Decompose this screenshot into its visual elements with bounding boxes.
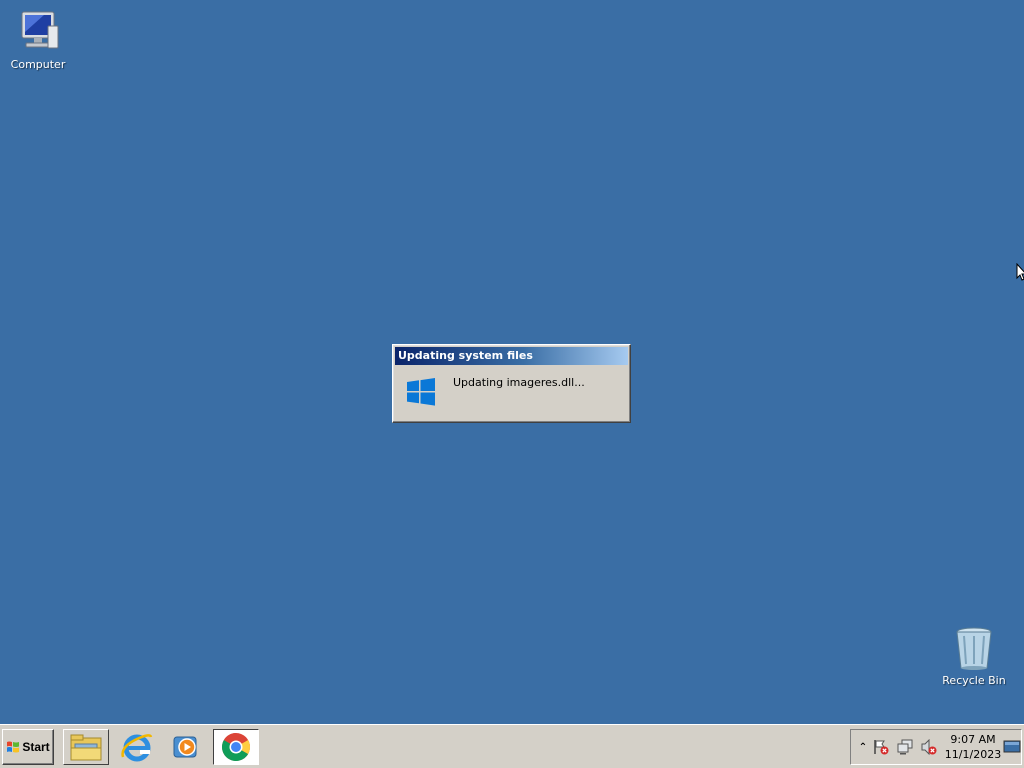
- start-button[interactable]: Start: [2, 729, 54, 765]
- ie-icon: [121, 734, 153, 762]
- computer-icon: [14, 8, 62, 56]
- tray-action-center[interactable]: [873, 739, 889, 755]
- tray-expand-button[interactable]: ⌃: [855, 739, 871, 755]
- windows-logo-icon: [407, 378, 435, 406]
- start-label: Start: [22, 740, 50, 754]
- network-icon: [897, 739, 913, 755]
- show-desktop-icon: [1003, 740, 1021, 753]
- clock-date: 11/1/2023: [944, 748, 1002, 761]
- recycle-bin-icon: [950, 624, 998, 672]
- media-player-icon: [173, 736, 197, 758]
- desktop-icon-computer[interactable]: Computer: [0, 8, 76, 72]
- windows-flag-icon: [7, 741, 20, 753]
- desktop-icon-recycle-bin[interactable]: Recycle Bin: [936, 624, 1012, 688]
- folder-icon: [70, 734, 102, 761]
- dialog-title: Updating system files: [395, 347, 628, 365]
- desktop-icon-label: Computer: [10, 58, 66, 71]
- mouse-cursor-icon: [1016, 263, 1024, 281]
- action-center-flag-icon: [874, 740, 889, 755]
- desktop-icon-label: Recycle Bin: [942, 674, 1006, 687]
- dialog-message: Updating imageres.dll...: [453, 376, 585, 389]
- taskbar-media-player-button[interactable]: [163, 729, 209, 765]
- updating-dialog: Updating system files Updating imageres.…: [392, 344, 631, 423]
- tray-network[interactable]: [897, 739, 913, 755]
- system-tray: ⌃ 9:07 AM 11/1/2023: [850, 729, 1022, 765]
- volume-muted-icon: [921, 739, 937, 755]
- desktop[interactable]: Computer Recycle Bin Updating system fil…: [0, 0, 1024, 724]
- taskbar-ie-button[interactable]: [114, 729, 160, 765]
- show-desktop-button[interactable]: [1003, 739, 1021, 755]
- chrome-icon: [222, 733, 250, 761]
- taskbar-explorer-button[interactable]: [63, 729, 109, 765]
- clock[interactable]: 9:07 AM 11/1/2023: [943, 732, 1003, 762]
- chevron-up-icon: ⌃: [858, 741, 868, 753]
- clock-time: 9:07 AM: [950, 733, 996, 746]
- tray-volume[interactable]: [921, 739, 937, 755]
- taskbar-chrome-button[interactable]: [213, 729, 259, 765]
- taskbar: Start ⌃ 9:07 AM 11/1/2023: [0, 724, 1024, 768]
